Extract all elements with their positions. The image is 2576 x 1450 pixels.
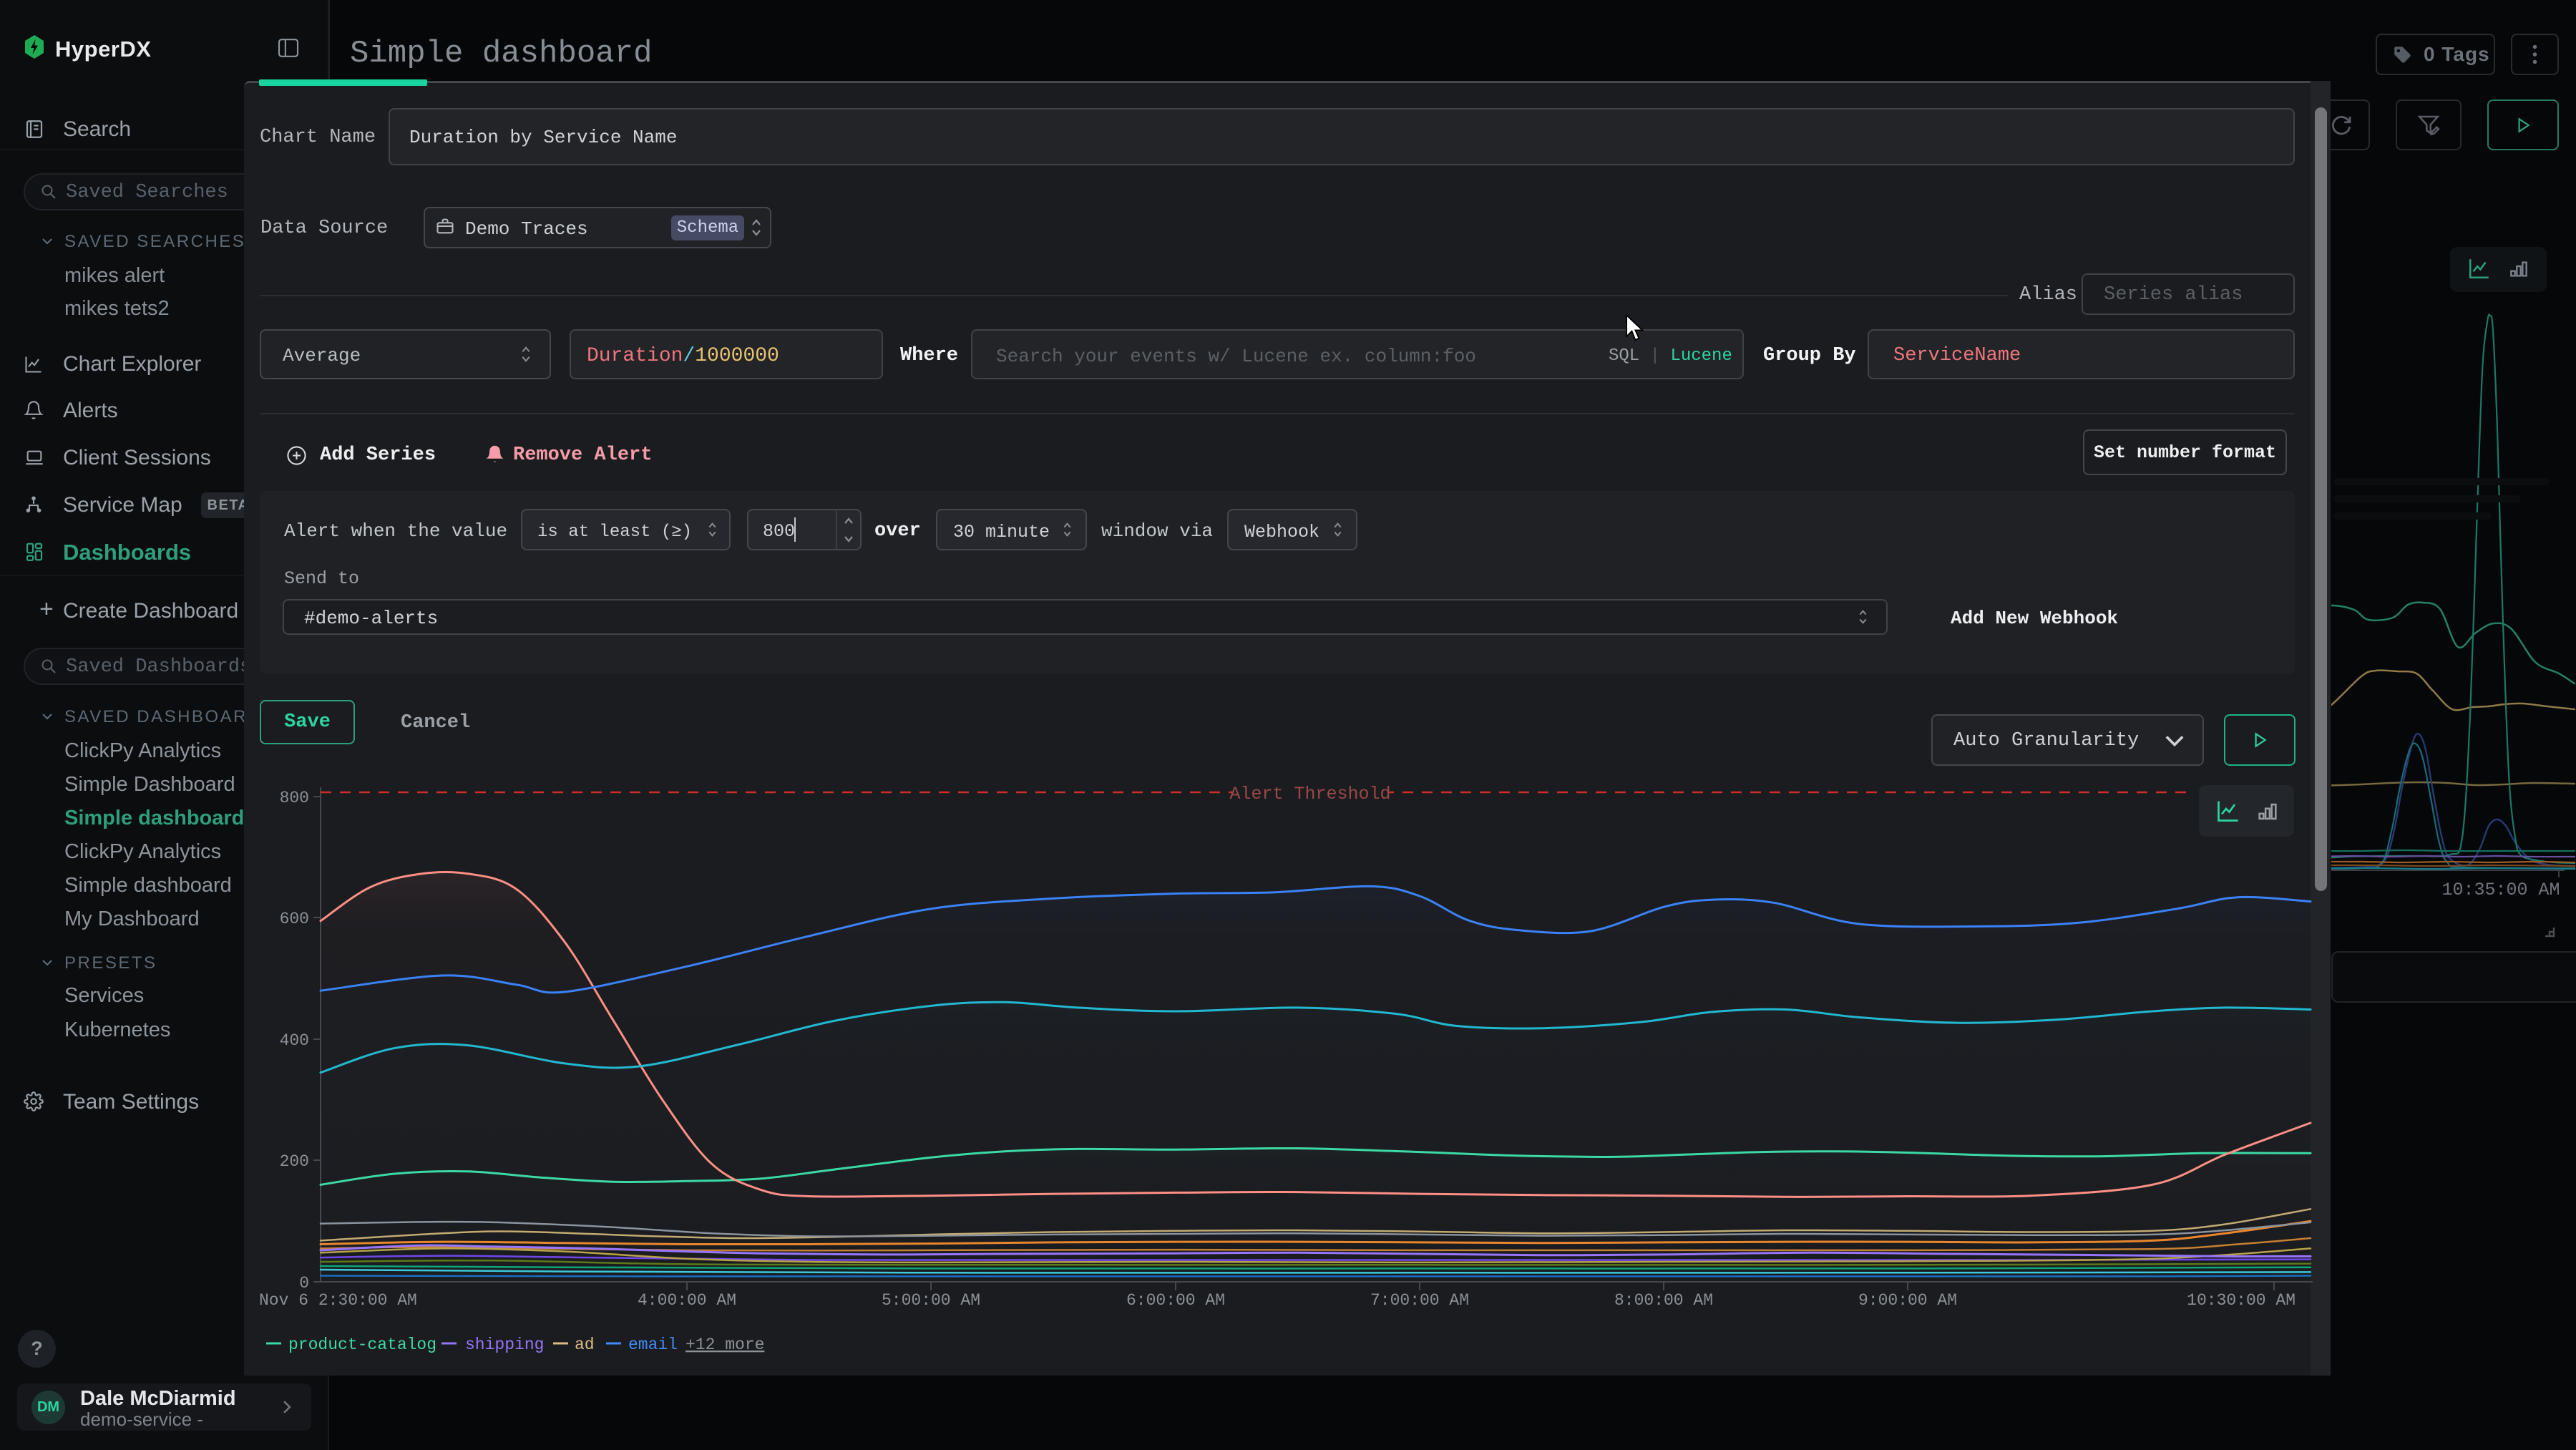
svg-text:product-catalog: product-catalog — [288, 1335, 436, 1354]
svg-text:4:00:00 AM: 4:00:00 AM — [638, 1291, 736, 1310]
svg-text:7:00:00 AM: 7:00:00 AM — [1370, 1291, 1469, 1310]
svg-text:8:00:00 AM: 8:00:00 AM — [1614, 1291, 1713, 1310]
svg-text:ad: ad — [575, 1335, 595, 1354]
svg-text:800: 800 — [280, 789, 309, 807]
svg-text:400: 400 — [280, 1031, 309, 1050]
svg-text:Nov 6 2:30:00 AM: Nov 6 2:30:00 AM — [259, 1291, 417, 1310]
svg-text:200: 200 — [280, 1152, 309, 1171]
svg-text:Alert Threshold: Alert Threshold — [1229, 784, 1390, 804]
svg-text:9:00:00 AM: 9:00:00 AM — [1858, 1291, 1957, 1310]
svg-text:shipping: shipping — [465, 1335, 544, 1354]
svg-text:10:30:00 AM: 10:30:00 AM — [2187, 1291, 2296, 1310]
svg-text:0: 0 — [299, 1274, 309, 1293]
svg-text:5:00:00 AM: 5:00:00 AM — [882, 1291, 980, 1310]
svg-text:email: email — [628, 1335, 678, 1354]
svg-text:600: 600 — [280, 910, 309, 928]
svg-text:6:00:00 AM: 6:00:00 AM — [1126, 1291, 1225, 1310]
svg-text:+12 more: +12 more — [686, 1335, 764, 1354]
